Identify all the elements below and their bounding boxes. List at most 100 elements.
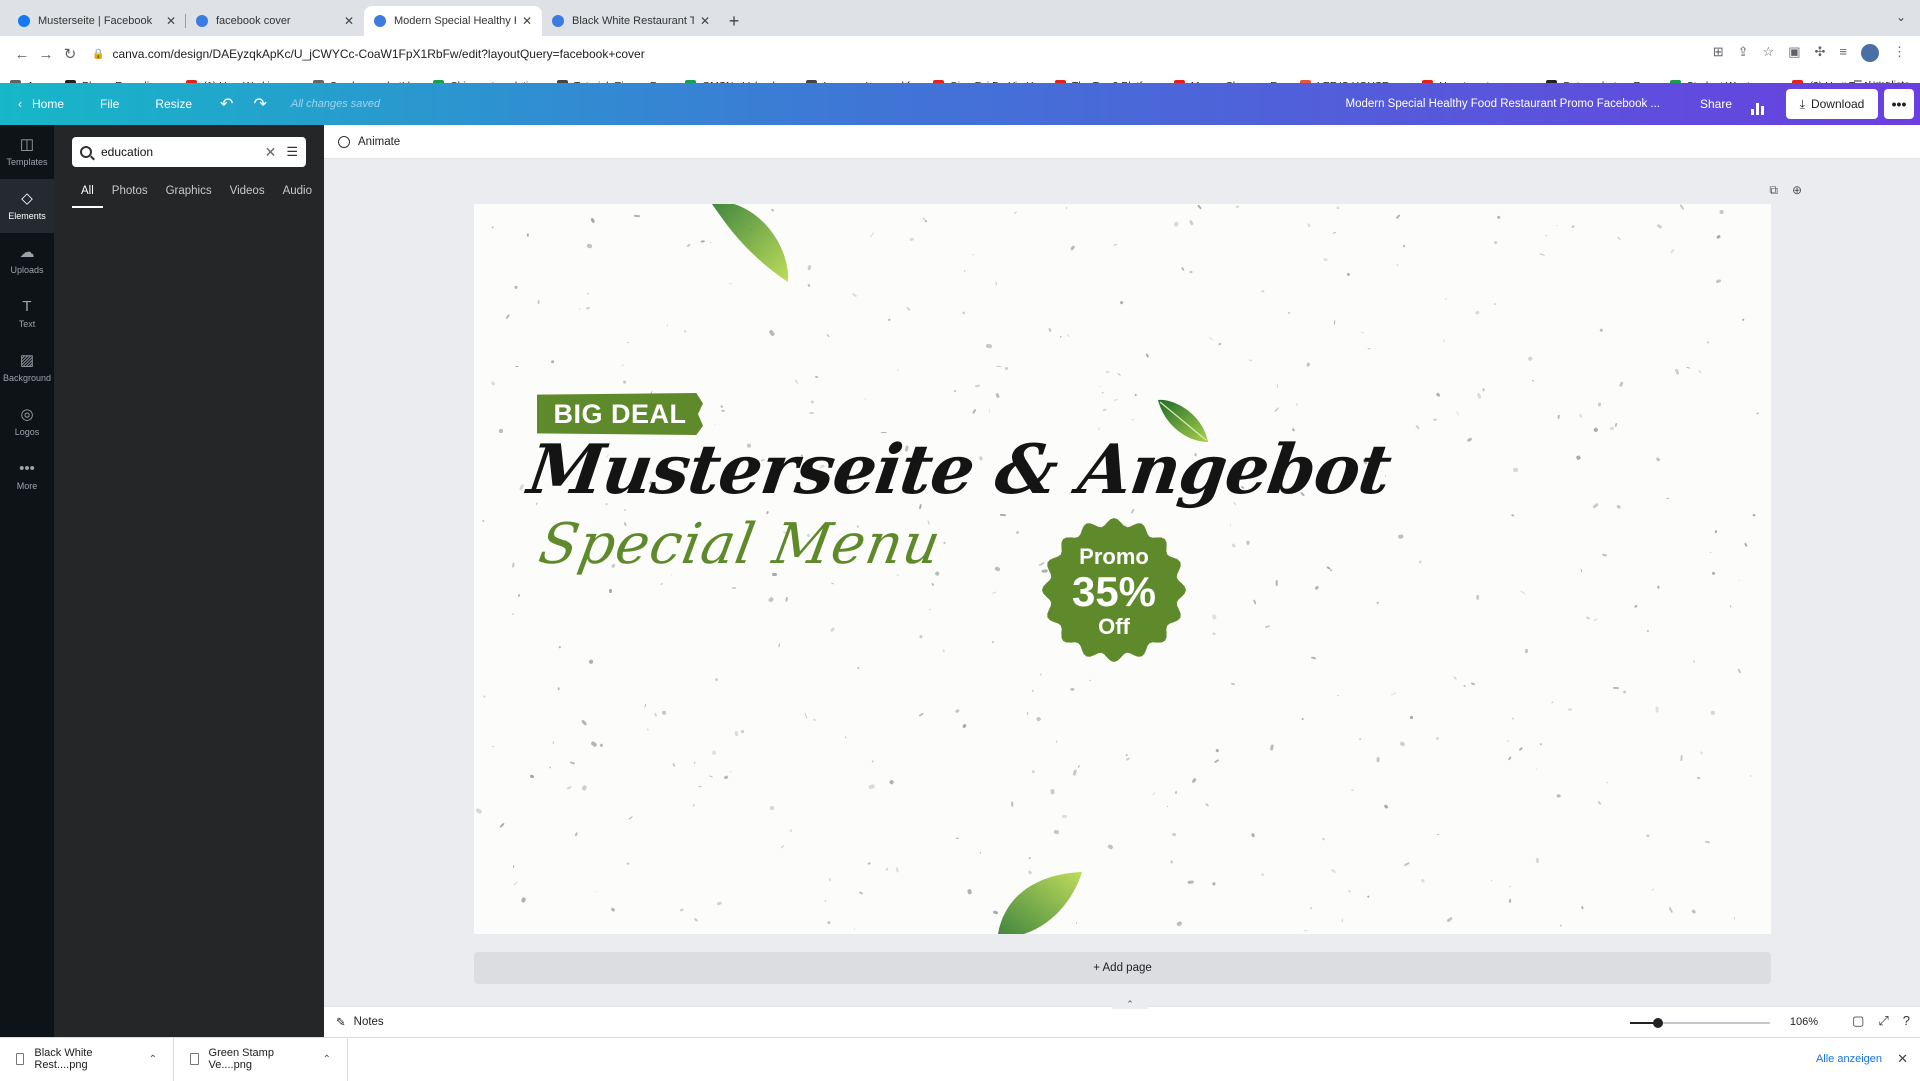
- notes-button[interactable]: ✎ Notes: [336, 1015, 384, 1029]
- duplicate-page-icon[interactable]: ⧉: [1769, 183, 1778, 198]
- rail-item-more[interactable]: ••• More: [0, 449, 54, 503]
- chevron-up-icon[interactable]: ⌃: [149, 1054, 157, 1065]
- panel-tab-all[interactable]: All: [72, 179, 103, 208]
- paper-texture-speck: [1698, 369, 1702, 374]
- paper-texture-speck: [1166, 806, 1169, 808]
- browser-tab[interactable]: Musterseite | Facebook ✕: [8, 6, 186, 36]
- paper-texture-speck: [896, 369, 899, 371]
- paper-texture-speck: [498, 428, 503, 433]
- browser-tab[interactable]: facebook cover ✕: [186, 6, 364, 36]
- media-icon[interactable]: ≡: [1839, 44, 1847, 62]
- paper-texture-speck: [1404, 861, 1411, 866]
- browser-tab-active[interactable]: Modern Special Healthy Food R ✕: [364, 6, 542, 36]
- rail-item-background[interactable]: ▨ Background: [0, 341, 54, 395]
- bookmark-star-icon[interactable]: ☆: [1763, 44, 1775, 62]
- insights-chart-icon[interactable]: [1746, 93, 1768, 115]
- tab-close-icon[interactable]: ✕: [522, 14, 532, 28]
- paper-texture-speck: [994, 392, 1000, 399]
- facebook-extension-icon[interactable]: ▣: [1788, 44, 1800, 62]
- paper-texture-speck: [1711, 571, 1716, 576]
- download-item[interactable]: Black White Rest....png ⌃: [0, 1037, 174, 1081]
- zoom-slider[interactable]: [1630, 1018, 1770, 1028]
- panel-tab-videos[interactable]: Videos: [221, 179, 274, 208]
- promo-badge[interactable]: Promo 35% Off: [1040, 516, 1188, 664]
- paper-texture-speck: [1559, 924, 1562, 927]
- fullscreen-icon[interactable]: ⤢: [1878, 1013, 1888, 1029]
- big-deal-tag[interactable]: BIG DEAL: [537, 393, 703, 435]
- show-pages-chevron-icon[interactable]: ⌃: [1112, 999, 1148, 1009]
- help-icon[interactable]: ?: [1903, 1013, 1910, 1029]
- file-menu-button[interactable]: File: [82, 83, 137, 125]
- resize-button[interactable]: Resize: [137, 83, 210, 125]
- paper-texture-speck: [659, 583, 663, 586]
- paper-texture-speck: [1077, 764, 1080, 769]
- url-field[interactable]: 🔒 canva.com/design/DAEyzqkApKc/U_jCWYCc-…: [92, 47, 645, 61]
- paper-texture-speck: [1665, 497, 1670, 500]
- new-tab-button[interactable]: +: [720, 6, 748, 36]
- download-button[interactable]: ⤓ Download: [1786, 89, 1878, 119]
- paper-texture-speck: [1539, 252, 1546, 256]
- forward-icon[interactable]: →: [34, 46, 58, 63]
- design-canvas[interactable]: BIG DEAL Musterseite & Angebot Special M…: [474, 204, 1771, 934]
- paper-texture-speck: [634, 214, 641, 217]
- paper-texture-speck: [1287, 311, 1291, 315]
- extensions-puzzle-icon[interactable]: ✣: [1815, 44, 1826, 62]
- tab-close-icon[interactable]: ✕: [166, 14, 176, 28]
- paper-texture-speck: [587, 292, 590, 295]
- paper-texture-speck: [1248, 359, 1252, 362]
- panel-tab-photos[interactable]: Photos: [103, 179, 157, 208]
- tab-search-chevron-icon[interactable]: ⌄: [1896, 10, 1906, 24]
- paper-texture-speck: [941, 648, 946, 653]
- paper-texture-speck: [512, 562, 515, 568]
- search-input[interactable]: education ✕ ☰: [72, 137, 306, 167]
- rail-item-uploads[interactable]: ☁ Uploads: [0, 233, 54, 287]
- paper-texture-speck: [1252, 599, 1258, 606]
- leaf-image-top[interactable]: [706, 204, 794, 288]
- rail-item-text[interactable]: T Text: [0, 287, 54, 341]
- back-icon[interactable]: ←: [10, 46, 34, 63]
- translate-icon[interactable]: ⊞: [1713, 44, 1724, 62]
- share-page-icon[interactable]: ⇪: [1738, 44, 1749, 62]
- subline-text[interactable]: Special Menu: [534, 512, 946, 577]
- paper-texture-speck: [1059, 336, 1062, 339]
- download-item[interactable]: Green Stamp Ve....png ⌃: [174, 1037, 348, 1081]
- tab-close-icon[interactable]: ✕: [700, 14, 710, 28]
- rail-item-templates[interactable]: ◫ Templates: [0, 125, 54, 179]
- reload-icon[interactable]: ↻: [58, 45, 82, 63]
- filter-sliders-icon[interactable]: ☰: [286, 144, 298, 160]
- canva-favicon-icon: [552, 15, 564, 27]
- paper-texture-speck: [1106, 370, 1110, 373]
- clear-search-icon[interactable]: ✕: [265, 144, 277, 161]
- paper-texture-speck: [871, 760, 875, 764]
- rail-item-elements[interactable]: ◇ Elements: [0, 179, 54, 233]
- rail-item-logos[interactable]: ◎ Logos: [0, 395, 54, 449]
- add-page-icon[interactable]: ⊕: [1792, 183, 1802, 198]
- browser-tab[interactable]: Black White Restaurant Typogr ✕: [542, 6, 720, 36]
- zoom-percentage[interactable]: 106%: [1790, 1016, 1818, 1028]
- chevron-up-icon[interactable]: ⌃: [323, 1054, 331, 1065]
- page-grid-icon[interactable]: ▢: [1852, 1013, 1864, 1029]
- animate-button[interactable]: Animate: [358, 136, 400, 148]
- more-options-button[interactable]: •••: [1884, 89, 1914, 119]
- redo-icon[interactable]: ↷: [243, 83, 276, 125]
- paper-texture-speck: [1482, 388, 1485, 392]
- share-button[interactable]: Share: [1700, 97, 1732, 111]
- panel-tab-audio[interactable]: Audio: [274, 179, 321, 208]
- tab-close-icon[interactable]: ✕: [344, 14, 354, 28]
- show-all-downloads-link[interactable]: Alle anzeigen: [1816, 1053, 1882, 1065]
- profile-avatar[interactable]: [1861, 44, 1879, 62]
- document-title[interactable]: Modern Special Healthy Food Restaurant P…: [1346, 98, 1661, 110]
- leaf-image-bottom[interactable]: [994, 868, 1084, 934]
- panel-tab-graphics[interactable]: Graphics: [157, 179, 221, 208]
- paper-texture-speck: [1113, 399, 1118, 402]
- browser-menu-icon[interactable]: ⋮: [1893, 44, 1906, 62]
- close-shelf-icon[interactable]: ✕: [1897, 1051, 1908, 1067]
- paper-texture-speck: [1347, 889, 1351, 894]
- paper-texture-speck: [1535, 767, 1539, 771]
- home-button[interactable]: ‹ Home: [0, 83, 82, 125]
- zoom-slider-knob[interactable]: [1653, 1018, 1663, 1028]
- paper-texture-speck: [1715, 279, 1721, 284]
- undo-icon[interactable]: ↶: [210, 83, 243, 125]
- add-page-button[interactable]: + Add page: [474, 952, 1771, 984]
- headline-text[interactable]: Musterseite & Angebot: [523, 430, 1395, 510]
